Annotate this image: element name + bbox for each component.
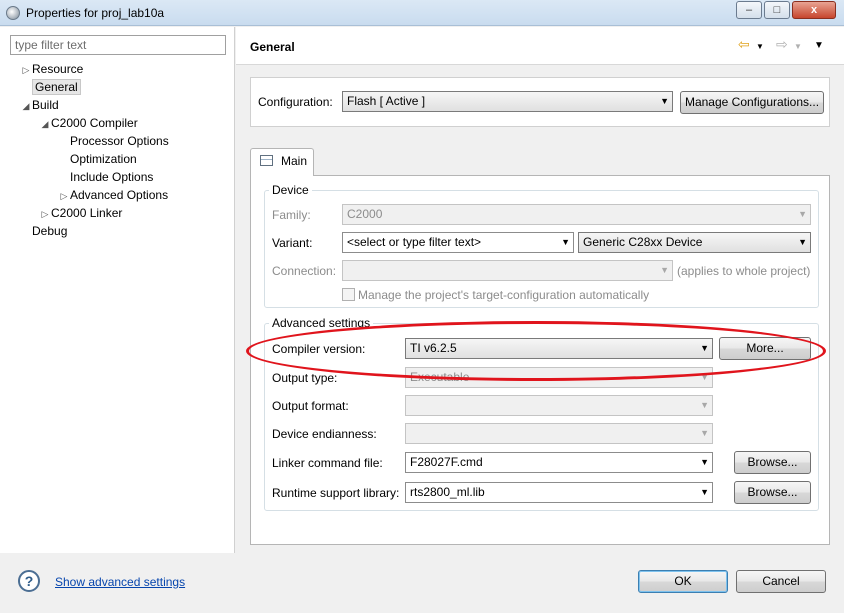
rts-label: Runtime support library: (272, 486, 400, 500)
expand-arrow-icon[interactable]: ▷ (58, 187, 70, 205)
variant-select[interactable]: Generic C28xx Device ▼ (578, 232, 811, 253)
endianness-label: Device endianness: (272, 427, 377, 441)
tree-item[interactable]: Debug (20, 222, 67, 240)
rts-combo[interactable]: rts2800_ml.lib ▼ (405, 482, 713, 503)
help-icon[interactable]: ? (18, 570, 40, 592)
chevron-down-icon: ▼ (700, 428, 709, 438)
cancel-button[interactable]: Cancel (736, 570, 826, 593)
tree-item-label: Processor Options (70, 134, 169, 148)
tree-item-label: Include Options (70, 170, 154, 184)
advanced-settings-title: Advanced settings (269, 316, 374, 330)
output-format-select[interactable]: ▼ (405, 395, 713, 416)
window-title: Properties for proj_lab10a (26, 6, 165, 20)
chevron-down-icon: ▼ (700, 400, 709, 410)
tree-item[interactable]: ◢ C2000 Compiler (39, 114, 138, 132)
chevron-down-icon: ▼ (700, 487, 709, 497)
show-advanced-settings-link[interactable]: Show advanced settings (55, 575, 185, 589)
variant-label: Variant: (272, 236, 313, 250)
close-button[interactable]: x (792, 1, 836, 19)
manage-configurations-button[interactable]: Manage Configurations... (680, 91, 824, 114)
collapse-arrow-icon[interactable]: ◢ (20, 97, 32, 115)
output-type-label: Output type: (272, 371, 338, 385)
configuration-value: Flash [ Active ] (347, 94, 426, 108)
linker-cmd-value: F28027F.cmd (410, 455, 483, 469)
endianness-select[interactable]: ▼ (405, 423, 713, 444)
minimize-button[interactable]: – (736, 1, 762, 19)
collapse-arrow-icon[interactable]: ◢ (39, 115, 51, 133)
compiler-version-value: TI v6.2.5 (410, 341, 457, 355)
chevron-down-icon: ▼ (700, 457, 709, 467)
configuration-label: Configuration: (258, 95, 333, 109)
connection-select[interactable]: ▼ (342, 260, 673, 281)
expand-arrow-icon[interactable]: ▷ (20, 61, 32, 79)
back-menu-icon[interactable]: ▼ (756, 40, 764, 54)
chevron-down-icon: ▼ (798, 209, 807, 219)
family-value: C2000 (347, 207, 383, 221)
sidebar: ▷ResourceGeneral◢Build◢C2000 CompilerPro… (0, 27, 235, 553)
chevron-down-icon: ▼ (798, 237, 807, 247)
variant-filter-text: <select or type filter text> (347, 235, 482, 249)
page-title: General (250, 40, 295, 54)
more-button[interactable]: More... (719, 337, 811, 360)
tree-item-label: Optimization (70, 152, 137, 166)
tree-item-label: Resource (32, 62, 84, 76)
tree-item-label: Debug (32, 224, 68, 238)
chevron-down-icon: ▼ (700, 343, 709, 353)
main-panel: General ⇦ ▼ ⇨ ▼ ▼ Configuration: Flash [… (236, 27, 844, 553)
connection-note: (applies to whole project) (677, 264, 811, 278)
chevron-down-icon: ▼ (660, 96, 669, 106)
output-type-value: Executable (410, 370, 470, 384)
tree-item[interactable]: ◢ Build (20, 96, 59, 114)
maximize-button[interactable]: □ (764, 1, 790, 19)
forward-menu-icon[interactable]: ▼ (794, 40, 802, 54)
view-menu-icon[interactable]: ▼ (814, 39, 824, 53)
chevron-down-icon: ▼ (660, 265, 669, 275)
filter-input[interactable] (10, 35, 226, 55)
family-select[interactable]: C2000 ▼ (342, 204, 811, 225)
tab-main-label: Main (281, 154, 308, 168)
title-bar: Properties for proj_lab10a – □ x (0, 0, 844, 26)
tab-main[interactable]: Main (250, 148, 314, 176)
variant-filter-combo[interactable]: <select or type filter text> ▼ (342, 232, 574, 253)
rts-value: rts2800_ml.lib (410, 485, 485, 499)
compiler-version-select[interactable]: TI v6.2.5 ▼ (405, 338, 713, 359)
browse-linker-button[interactable]: Browse... (734, 451, 811, 474)
tree-item[interactable]: ▷ Resource (20, 60, 84, 79)
family-label: Family: (272, 208, 311, 222)
manage-target-checkbox[interactable] (342, 288, 355, 301)
chevron-down-icon: ▼ (700, 372, 709, 382)
chevron-down-icon: ▼ (561, 237, 570, 247)
output-type-select[interactable]: Executable ▼ (405, 367, 713, 388)
manage-target-label: Manage the project's target-configuratio… (358, 288, 650, 302)
properties-dialog: Properties for proj_lab10a – □ x ▷Resour… (0, 0, 844, 613)
tree-item-label: Advanced Options (70, 188, 169, 202)
device-group-title: Device (269, 183, 312, 197)
tree-item-label: C2000 Linker (51, 206, 123, 220)
forward-arrow-icon[interactable]: ⇨ (776, 37, 788, 51)
tree-item-label: General (32, 79, 81, 95)
tree-item[interactable]: Include Options (58, 168, 153, 186)
dialog-footer: ? Show advanced settings OK Cancel (0, 553, 844, 613)
connection-label: Connection: (272, 264, 337, 278)
tree-item[interactable]: Optimization (58, 150, 137, 168)
tab-icon (260, 155, 273, 166)
tree-item[interactable]: ▷ C2000 Linker (39, 204, 123, 223)
browse-rts-button[interactable]: Browse... (734, 481, 811, 504)
tree-item[interactable]: ▷ Advanced Options (58, 186, 169, 205)
page-header: General ⇦ ▼ ⇨ ▼ ▼ (236, 27, 844, 65)
tree-item[interactable]: Processor Options (58, 132, 169, 150)
configuration-select[interactable]: Flash [ Active ] ▼ (342, 91, 673, 112)
variant-value: Generic C28xx Device (583, 235, 703, 249)
tree-item-label: Build (32, 98, 59, 112)
back-arrow-icon[interactable]: ⇦ (738, 37, 750, 51)
output-format-label: Output format: (272, 399, 349, 413)
tree-item-label: C2000 Compiler (51, 116, 138, 130)
app-icon (6, 6, 20, 20)
linker-cmd-combo[interactable]: F28027F.cmd ▼ (405, 452, 713, 473)
expand-arrow-icon[interactable]: ▷ (39, 205, 51, 223)
compiler-version-label: Compiler version: (272, 342, 366, 356)
ok-button[interactable]: OK (638, 570, 728, 593)
tree-item[interactable]: General (20, 78, 81, 96)
linker-cmd-label: Linker command file: (272, 456, 383, 470)
